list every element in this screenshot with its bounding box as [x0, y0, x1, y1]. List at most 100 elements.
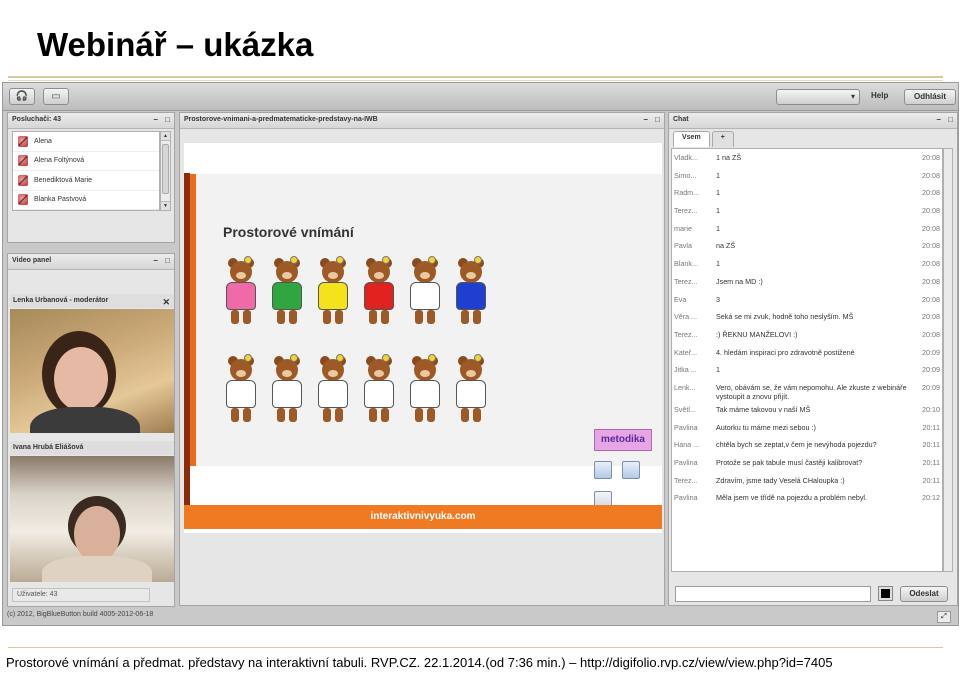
minimize-icon[interactable]: –: [644, 115, 648, 124]
send-button[interactable]: Odeslat: [900, 586, 948, 602]
person-shoulders: [30, 407, 140, 433]
headset-button[interactable]: 🎧: [9, 88, 35, 105]
metodika-button[interactable]: metodika: [594, 429, 652, 451]
video-feed-label: Ivana Hrubá Eliášová: [10, 441, 174, 455]
scroll-down-icon[interactable]: ▼: [161, 201, 170, 210]
muted-mic-icon[interactable]: [18, 155, 28, 167]
chat-text: Protože se pak tabule musí častěji kalib…: [716, 458, 863, 467]
title-divider: [8, 76, 943, 78]
chat-text: 1: [716, 223, 720, 233]
video-feed-name: Ivana Hrubá Eliášová: [13, 444, 84, 451]
bear-figure[interactable]: [220, 354, 262, 426]
chat-message: Světl... Tak máme takovou v naší MŠ 20:10: [672, 401, 942, 419]
slide-title: Webinář – ukázka: [37, 26, 314, 63]
chat-message: Vladk... 1 na ZŠ 20:08: [672, 149, 942, 167]
listeners-panel: Posluchači: 43 – □ Alena Alena Foltýnová…: [7, 112, 175, 243]
chat-sender: Pavlina: [674, 422, 698, 432]
chat-message-input[interactable]: [675, 586, 871, 602]
chat-text: 1: [716, 206, 720, 216]
minimize-icon[interactable]: –: [154, 256, 158, 265]
listeners-scrollbar[interactable]: ▲ ▼: [160, 131, 171, 211]
users-count: Uživatele: 43: [12, 588, 150, 602]
bear-figure[interactable]: [450, 256, 492, 328]
presentation-header: Prostorove-vnimani-a-predmatematicke-pre…: [180, 113, 664, 129]
bear-figure[interactable]: [358, 354, 400, 426]
chat-sender: Simo...: [674, 170, 697, 180]
scroll-thumb[interactable]: [162, 144, 169, 194]
chat-text: Autorku tu máme mezi sebou :): [716, 422, 816, 432]
caption-divider: [8, 647, 943, 648]
chat-scrollbar[interactable]: [943, 148, 953, 572]
maximize-icon[interactable]: □: [948, 115, 953, 124]
maximize-icon[interactable]: □: [655, 115, 660, 124]
chat-sender: Terez...: [674, 475, 698, 485]
bear-figure[interactable]: [404, 256, 446, 328]
chat-time: 20:08: [922, 312, 940, 322]
minimize-icon[interactable]: –: [154, 115, 158, 124]
chat-text: 1: [716, 170, 720, 180]
tab-vsem[interactable]: Vsem: [673, 131, 710, 147]
bear-figure[interactable]: [220, 256, 262, 328]
slide-heading: Prostorové vnímání: [223, 224, 354, 240]
maximize-icon[interactable]: □: [165, 115, 170, 124]
bear-figure[interactable]: [312, 354, 354, 426]
list-item[interactable]: Blanka Pastvová: [13, 191, 159, 210]
top-toolbar: 🎧 ▭ ▾ Help Odhlásit: [3, 83, 958, 111]
list-item[interactable]: Benediktová Marie: [13, 171, 159, 191]
list-item[interactable]: Alena: [13, 132, 159, 152]
bear-figure[interactable]: [450, 354, 492, 426]
maximize-icon[interactable]: □: [165, 256, 170, 265]
close-icon[interactable]: ✕: [162, 297, 170, 308]
chat-time: 20:08: [922, 276, 940, 286]
chat-sender: Světl...: [674, 404, 696, 414]
chat-message: Simo... 1 20:08: [672, 167, 942, 185]
help-link[interactable]: Help: [871, 91, 888, 100]
slide-canvas[interactable]: Prostorové vnímání metodika interaktivni…: [184, 143, 662, 533]
chat-message: marie 1 20:08: [672, 220, 942, 238]
chat-time: 20:09: [922, 365, 940, 375]
text-color-picker[interactable]: [878, 586, 893, 601]
scroll-up-icon[interactable]: ▲: [161, 132, 170, 141]
chat-message: Jitka ... 1 20:09: [672, 361, 942, 379]
bear-figure[interactable]: [358, 256, 400, 328]
chat-time: 20:08: [922, 329, 940, 339]
bear-figure[interactable]: [266, 256, 308, 328]
bear-row-bottom: [220, 354, 492, 426]
chat-time: 20:11: [922, 422, 940, 432]
chat-time: 20:08: [922, 259, 940, 269]
chat-message: Pavla na ZŠ 20:08: [672, 237, 942, 255]
bear-figure[interactable]: [404, 354, 446, 426]
slide-caption: Prostorové vnímání a předmat. představy …: [6, 655, 833, 670]
chat-message: Terez...:) ŘEKNU MANŽELOVI :) 20:08: [672, 326, 942, 344]
bear-row-top: [220, 256, 492, 328]
list-item[interactable]: Alena Foltýnová: [13, 152, 159, 171]
muted-mic-icon[interactable]: [18, 194, 28, 206]
pointer-tool-icon[interactable]: [594, 461, 612, 479]
fullscreen-icon[interactable]: ⤢: [937, 611, 951, 623]
muted-mic-icon[interactable]: [18, 135, 28, 147]
muted-mic-icon[interactable]: [18, 174, 28, 186]
bear-figure[interactable]: [266, 354, 308, 426]
chat-text: 1: [716, 259, 720, 269]
eraser-tool-icon[interactable]: [622, 461, 640, 479]
chat-time: 20:08: [922, 188, 940, 198]
chat-sender: Věra ...: [674, 312, 698, 322]
chat-text: Tak máme takovou v naší MŠ: [716, 404, 811, 414]
tab-add[interactable]: +: [711, 131, 734, 147]
chat-sender: Kateř...: [674, 347, 698, 357]
chat-sender: Pavlina: [674, 458, 698, 467]
logout-button[interactable]: Odhlásit: [904, 89, 956, 105]
chat-sender: Lenk...: [674, 382, 696, 392]
chat-sender: Pavla: [674, 241, 692, 251]
status-bar: (c) 2012, BigBlueButton build 4005-2012-…: [7, 611, 154, 618]
layout-select[interactable]: ▾: [776, 89, 860, 105]
chat-time: 20:11: [922, 440, 940, 450]
chat-time: 20:08: [922, 206, 940, 216]
desktop-share-button[interactable]: ▭: [43, 88, 69, 105]
minimize-icon[interactable]: –: [937, 115, 941, 124]
chat-time: 20:11: [922, 475, 940, 485]
listener-name: Alena: [34, 137, 52, 145]
bear-figure[interactable]: [312, 256, 354, 328]
chat-time: 20:09: [922, 347, 940, 357]
chat-text: 1: [716, 188, 720, 198]
